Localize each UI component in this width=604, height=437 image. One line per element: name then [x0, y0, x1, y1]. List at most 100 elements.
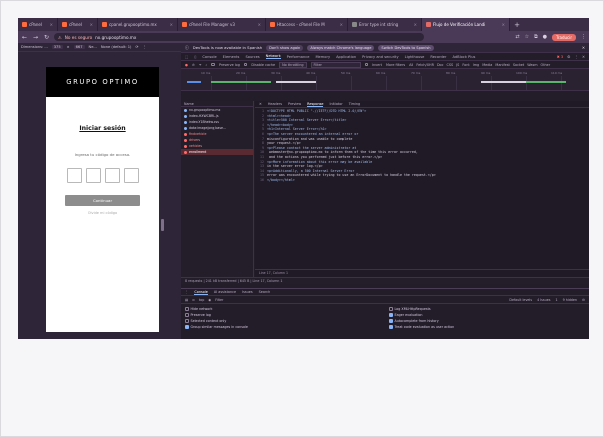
devtools-more-icon[interactable]: ⋮	[574, 55, 578, 59]
type-filter[interactable]: Wasm	[527, 63, 537, 67]
record-icon[interactable]: ●	[185, 63, 188, 67]
type-filter[interactable]: CSS	[447, 63, 454, 67]
type-filter[interactable]: Media	[482, 63, 492, 67]
not-secure-icon[interactable]: ⚠	[58, 35, 62, 40]
devtools-tab[interactable]: Sources	[245, 55, 259, 59]
console-option[interactable]: Treat code evaluation as user action	[389, 325, 589, 329]
request-row[interactable]: enrollment	[181, 149, 253, 155]
option-checkbox[interactable]	[389, 325, 393, 329]
console-settings-icon[interactable]: ⚙	[582, 298, 585, 302]
zoom-select[interactable]: Ne...	[89, 45, 97, 49]
continue-button[interactable]: Continuar	[65, 195, 140, 206]
console-option[interactable]: Hide network	[185, 307, 389, 311]
devtools-tab[interactable]: Memory	[315, 55, 330, 59]
tab-close-icon[interactable]: ×	[90, 22, 93, 27]
code-input-1[interactable]	[66, 168, 82, 183]
forward-icon[interactable]: →	[32, 34, 39, 41]
type-filter[interactable]: JS	[456, 63, 459, 67]
type-filter[interactable]: Fetch/XHR	[416, 63, 434, 67]
option-checkbox[interactable]	[185, 307, 189, 311]
console-option[interactable]: Eager evaluation	[389, 313, 589, 317]
devtools-tab[interactable]: AdBlock Plus	[453, 55, 476, 59]
disable-cache-checkbox[interactable]	[243, 62, 248, 67]
console-option[interactable]: Group similar messages in console	[185, 325, 389, 329]
browser-tab[interactable]: Htaccess - cPanel File M ×	[266, 18, 348, 31]
dimensions-select[interactable]: Dimensions: ...	[21, 45, 48, 49]
type-filter[interactable]: Font	[462, 63, 469, 67]
devtools-tab[interactable]: Recorder	[430, 55, 446, 59]
context-select[interactable]: top	[199, 298, 204, 302]
response-body[interactable]: 1 <!DOCTYPE HTML PUBLIC "-//IETF//DTD HTM…	[255, 109, 589, 259]
network-filter-input[interactable]: Filter	[310, 61, 361, 68]
option-checkbox[interactable]	[185, 313, 189, 317]
dont-show-again-button[interactable]: Don't show again	[266, 44, 304, 51]
extensions-icon[interactable]: ⧉	[534, 34, 538, 40]
match-language-button[interactable]: Always match Chrome's language	[307, 44, 375, 51]
inspect-icon[interactable]: ⬚	[185, 55, 188, 59]
devtools-tab[interactable]: Lighthouse	[405, 55, 425, 59]
more-icon[interactable]: ⋮	[142, 45, 146, 49]
tab-close-icon[interactable]: ×	[50, 22, 53, 27]
tab-close-icon[interactable]: ×	[258, 22, 261, 27]
detail-tab[interactable]: Preview	[288, 102, 301, 106]
menu-icon[interactable]: ⋮	[581, 34, 586, 40]
drawer-tab[interactable]: Issues	[242, 290, 253, 294]
devtools-tab[interactable]: Privacy and security	[362, 55, 398, 59]
devtools-tab[interactable]: Performance	[287, 55, 310, 59]
translate-badge[interactable]: Traducir	[552, 33, 576, 41]
console-clear-icon[interactable]: ⊘	[192, 298, 195, 302]
resize-handle[interactable]	[161, 219, 164, 231]
invert-checkbox[interactable]	[364, 62, 369, 67]
eye-icon[interactable]: ◉	[208, 298, 211, 302]
switch-language-button[interactable]: Switch DevTools to Spanish	[378, 44, 434, 51]
browser-tab[interactable]: cpanel.grupooptimo.mx ×	[98, 18, 178, 31]
drawer-tab[interactable]: Console	[194, 290, 208, 295]
drawer-tab[interactable]: AI assistance	[214, 290, 236, 294]
height-field[interactable]: 667	[73, 45, 85, 49]
network-timeline[interactable]: 10 ms 20 ms 30 ms 40 ms 50 ms 60 ms 70 ms 80 ms…	[181, 69, 589, 91]
detail-tab[interactable]: Timing	[349, 102, 360, 106]
detail-tab[interactable]: Response	[307, 102, 324, 107]
tab-close-icon[interactable]: ×	[414, 22, 417, 27]
back-icon[interactable]: ←	[21, 34, 28, 41]
rotate-icon[interactable]: ⟳	[135, 45, 138, 49]
more-filters-select[interactable]: More filters	[386, 63, 405, 67]
resend-code-link[interactable]: Olvide mi código	[46, 211, 159, 215]
devtools-tab[interactable]: Network	[265, 54, 281, 59]
detail-tab[interactable]: Headers	[268, 102, 282, 106]
console-filter-input[interactable]: Filter	[215, 298, 223, 302]
width-field[interactable]: 375	[51, 45, 63, 49]
issues-link[interactable]: 4 Issues	[537, 298, 550, 302]
filter-icon[interactable]: ⏷	[199, 63, 202, 67]
devtools-settings-icon[interactable]: ⚙	[567, 55, 570, 59]
type-filter[interactable]: Img	[473, 63, 479, 67]
console-option[interactable]: Log XMLHttpRequests	[389, 307, 589, 311]
translate-icon[interactable]: ⇄	[515, 34, 519, 40]
devtools-tab[interactable]: Application	[336, 55, 356, 59]
devtools-tab[interactable]: Elements	[223, 55, 240, 59]
tab-close-icon[interactable]: ×	[170, 22, 173, 27]
browser-tab[interactable]: cPanel ×	[58, 18, 98, 31]
sidebar-toggle-icon[interactable]: ▤	[185, 298, 188, 302]
type-filter[interactable]: Other	[541, 63, 551, 67]
code-input-4[interactable]	[123, 168, 139, 183]
preserve-log-checkbox[interactable]	[211, 62, 215, 67]
drawer-menu-icon[interactable]: ⋮	[185, 290, 188, 294]
type-filter[interactable]: Doc	[437, 63, 444, 67]
option-checkbox[interactable]	[185, 325, 189, 329]
search-icon[interactable]: ⌕	[206, 63, 208, 67]
type-filter[interactable]: All	[409, 63, 413, 67]
throttle-select[interactable]: None (default: 1)	[101, 45, 132, 49]
option-checkbox[interactable]	[185, 319, 189, 323]
new-tab-button[interactable]: +	[510, 18, 524, 31]
code-input-3[interactable]	[104, 168, 120, 183]
option-checkbox[interactable]	[389, 313, 393, 317]
browser-tab[interactable]: Error type int string ×	[348, 18, 422, 31]
clear-icon[interactable]: ⊘	[192, 63, 195, 67]
levels-select[interactable]: Default levels	[509, 298, 532, 302]
tab-close-icon[interactable]: ×	[502, 22, 505, 27]
error-badge[interactable]: ✖ 3	[557, 55, 563, 59]
close-icon[interactable]: ✕	[582, 45, 585, 50]
type-filter[interactable]: Manifest	[495, 63, 509, 67]
browser-tab[interactable]: Flujo de Verificación Landi ×	[422, 18, 510, 31]
